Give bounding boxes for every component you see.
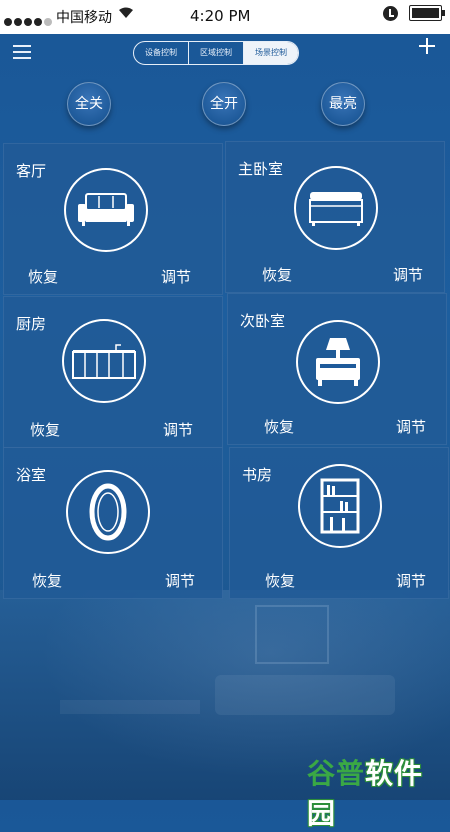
- status-bar: 中国移动 4:20 PM: [0, 0, 450, 34]
- room-name: 厨房: [16, 315, 47, 333]
- tab-device-control[interactable]: 设备控制: [134, 42, 189, 64]
- adjust-button[interactable]: 调节: [165, 570, 195, 591]
- adjust-button[interactable]: 调节: [393, 264, 423, 285]
- brightest-button[interactable]: 最亮: [321, 82, 365, 126]
- tab-scene-control[interactable]: 场景控制: [244, 42, 298, 64]
- all-on-button[interactable]: 全开: [202, 82, 246, 126]
- sofa-icon[interactable]: [64, 168, 148, 252]
- room-name: 浴室: [16, 466, 47, 484]
- control-mode-tabs: 设备控制 区域控制 场景控制: [133, 41, 299, 65]
- room-card-bathroom[interactable]: 浴室 恢复 调节: [3, 447, 223, 599]
- adjust-button[interactable]: 调节: [396, 570, 426, 591]
- room-name: 次卧室: [240, 312, 286, 330]
- adjust-button[interactable]: 调节: [161, 266, 191, 287]
- background-table: [60, 700, 200, 714]
- wifi-icon: [118, 7, 134, 23]
- add-icon[interactable]: [417, 36, 437, 56]
- kitchen-cabinet-icon[interactable]: [62, 319, 146, 403]
- site-watermark: 谷普软件园: [307, 752, 442, 830]
- room-name: 主卧室: [238, 160, 284, 178]
- room-name: 客厅: [16, 162, 47, 180]
- signal-strength-icon: [4, 11, 54, 30]
- room-name: 书房: [242, 466, 273, 484]
- room-card-second-bedroom[interactable]: 次卧室 恢复 调节: [227, 293, 447, 445]
- alarm-clock-icon: [383, 6, 398, 21]
- bookshelf-icon[interactable]: [298, 464, 382, 548]
- adjust-button[interactable]: 调节: [396, 416, 426, 437]
- restore-button[interactable]: 恢复: [28, 266, 58, 287]
- watermark-part-1: 谷普: [307, 757, 366, 790]
- mirror-icon[interactable]: [66, 470, 150, 554]
- background-sofa: [215, 675, 395, 715]
- background-picture-frame: [255, 605, 329, 664]
- adjust-button[interactable]: 调节: [163, 419, 193, 440]
- restore-button[interactable]: 恢复: [30, 419, 60, 440]
- bed-icon[interactable]: [294, 166, 378, 250]
- status-time: 4:20 PM: [190, 7, 251, 25]
- room-card-living-room[interactable]: 客厅 恢复 调节: [3, 143, 223, 295]
- room-card-study[interactable]: 书房 恢复 调节: [229, 447, 449, 599]
- all-off-button[interactable]: 全关: [67, 82, 111, 126]
- menu-icon[interactable]: [13, 45, 31, 59]
- carrier-name: 中国移动: [56, 10, 112, 26]
- restore-button[interactable]: 恢复: [265, 570, 295, 591]
- nightstand-lamp-icon[interactable]: [296, 320, 380, 404]
- restore-button[interactable]: 恢复: [262, 264, 292, 285]
- room-card-kitchen[interactable]: 厨房 恢复 调节: [3, 296, 223, 448]
- restore-button[interactable]: 恢复: [32, 570, 62, 591]
- room-card-master-bedroom[interactable]: 主卧室 恢复 调节: [225, 141, 445, 293]
- battery-icon: [409, 5, 445, 21]
- tab-area-control[interactable]: 区域控制: [189, 42, 244, 64]
- restore-button[interactable]: 恢复: [264, 416, 294, 437]
- top-nav-bar: 设备控制 区域控制 场景控制: [0, 34, 450, 74]
